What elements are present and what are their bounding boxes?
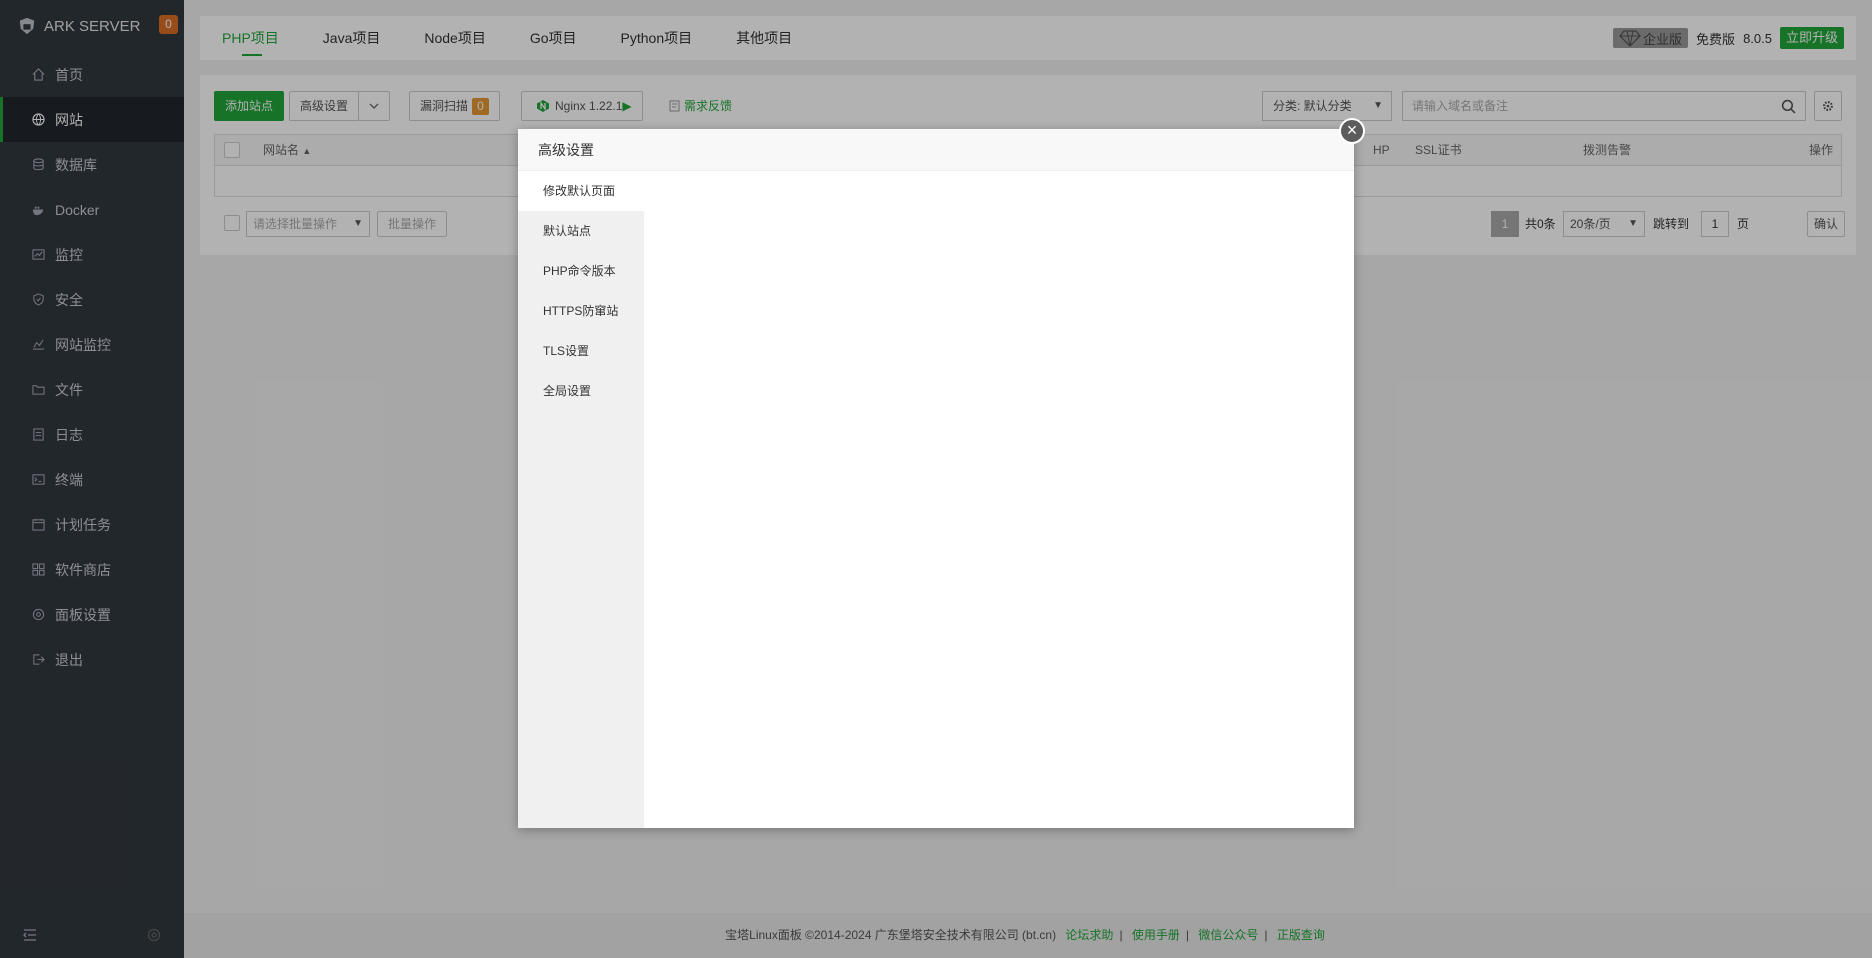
advanced-settings-modal: 高级设置 修改默认页面 默认站点 PHP命令版本 HTTPS防窜站 TLS设置 … xyxy=(518,129,1354,828)
menu-item-tls-settings[interactable]: TLS设置 xyxy=(518,331,644,371)
close-icon[interactable]: × xyxy=(1339,118,1365,144)
menu-item-php-cli-version[interactable]: PHP命令版本 xyxy=(518,251,644,291)
modal-menu: 修改默认页面 默认站点 PHP命令版本 HTTPS防窜站 TLS设置 全局设置 xyxy=(518,171,644,828)
menu-item-global-settings[interactable]: 全局设置 xyxy=(518,371,644,411)
menu-item-default-page[interactable]: 修改默认页面 xyxy=(518,171,644,211)
menu-item-https-anti-hijack[interactable]: HTTPS防窜站 xyxy=(518,291,644,331)
menu-item-default-site[interactable]: 默认站点 xyxy=(518,211,644,251)
modal-title: 高级设置 xyxy=(518,129,1354,171)
